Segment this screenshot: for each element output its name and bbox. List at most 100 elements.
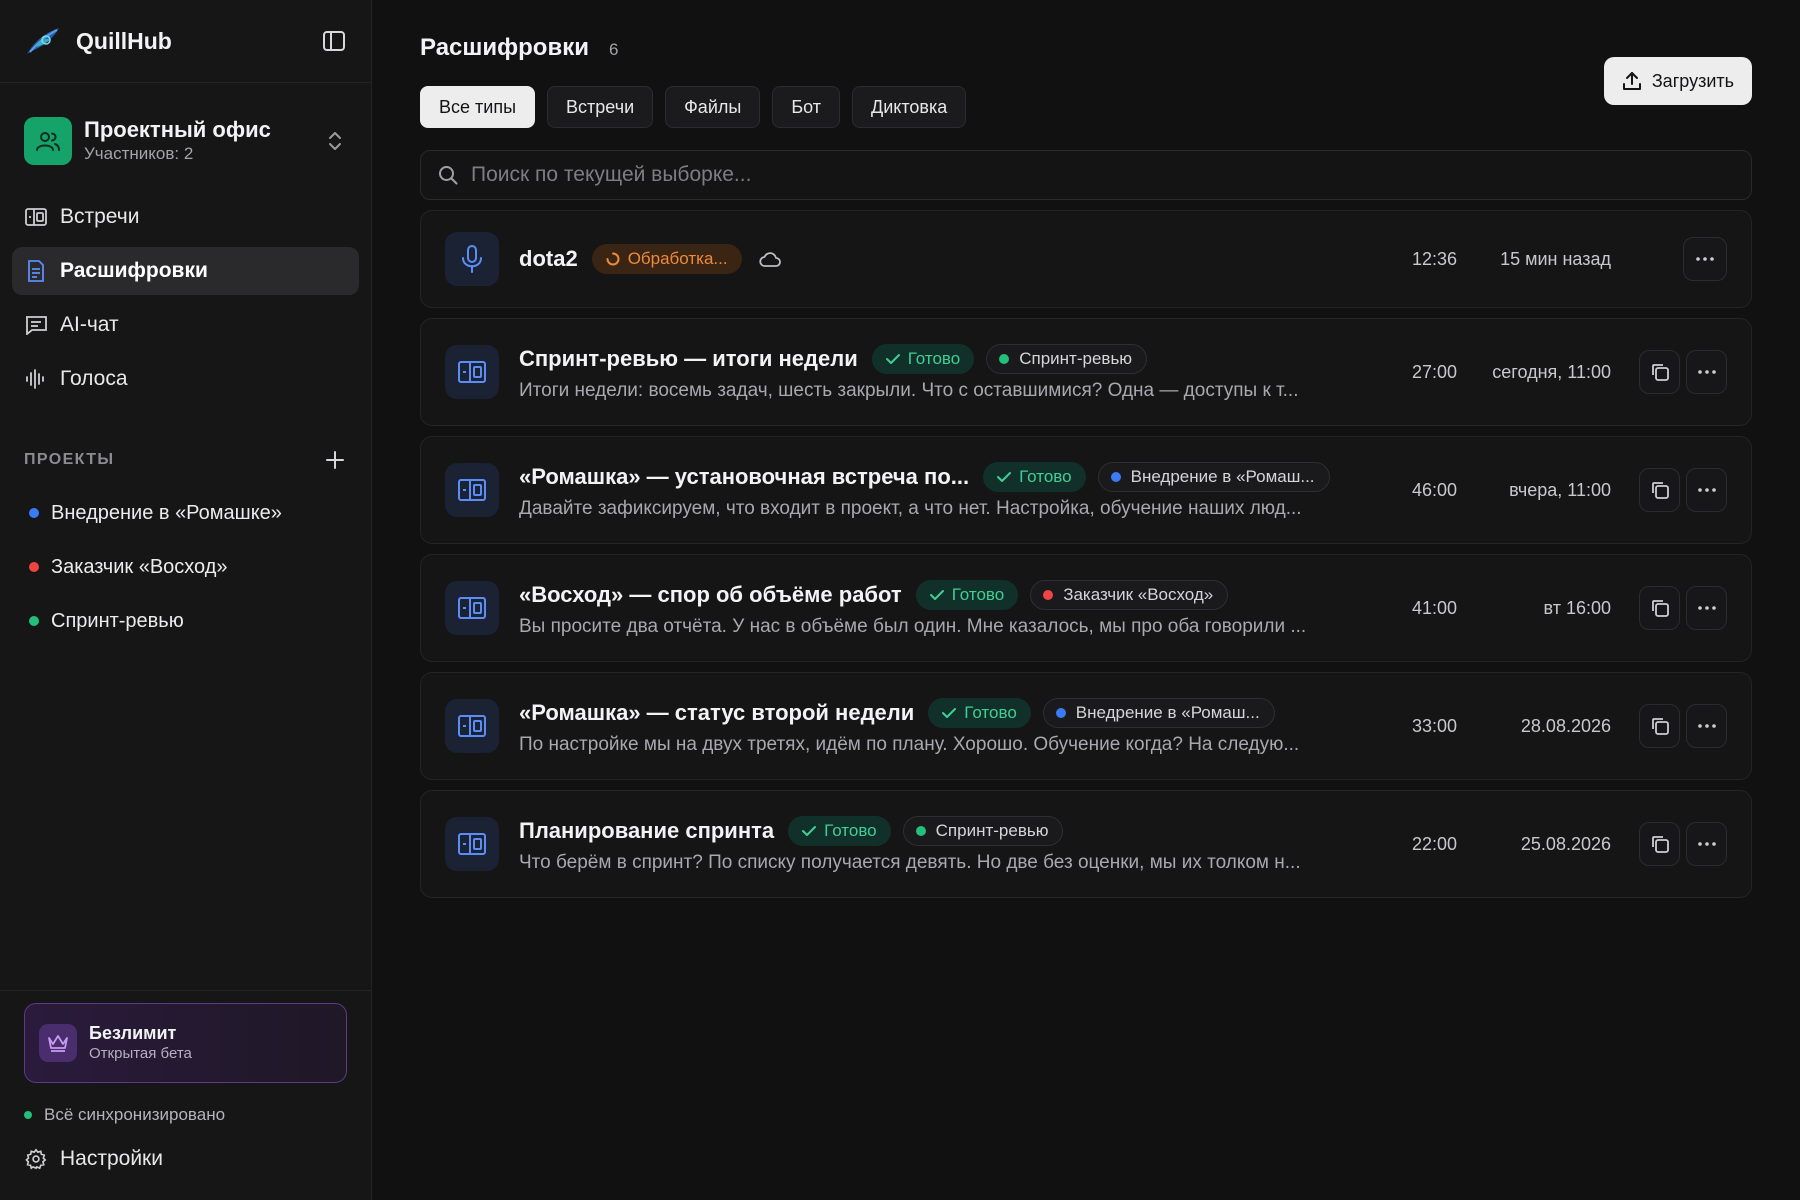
row-date: 28.08.2026: [1520, 715, 1611, 736]
nav-item-meetings[interactable]: Встречи: [12, 193, 359, 241]
settings-button[interactable]: Настройки: [24, 1147, 347, 1171]
transcript-row[interactable]: «Ромашка» — установочная встреча по... Г…: [420, 436, 1752, 544]
more-dots-icon: [1697, 842, 1716, 846]
transcript-preview: По настройке мы на двух третях, идём по …: [519, 734, 1300, 755]
filter-all-types[interactable]: Все типы: [420, 86, 536, 128]
upload-button[interactable]: Загрузить: [1603, 57, 1752, 105]
check-icon: [929, 588, 944, 602]
more-options-button[interactable]: [1686, 350, 1727, 394]
more-options-button[interactable]: [1686, 822, 1727, 866]
search-icon: [437, 164, 459, 186]
copy-button[interactable]: [1639, 704, 1680, 748]
project-badge: Внедрение в «Ромаш...: [1042, 698, 1275, 728]
row-actions: [1639, 468, 1727, 512]
plan-subtitle: Открытая бета: [89, 1045, 192, 1062]
more-options-button[interactable]: [1686, 586, 1727, 630]
projects-title: ПРОЕКТЫ: [24, 451, 115, 468]
project-color-dot: [1110, 472, 1121, 482]
transcript-row[interactable]: dota2 Обработка... 12:36 15 мин назад: [420, 210, 1752, 308]
sync-label: Всё синхронизировано: [44, 1105, 226, 1124]
project-badge-label: Спринт-ревью: [935, 821, 1049, 840]
project-badge-label: Спринт-ревью: [1019, 349, 1133, 368]
projects-header: ПРОЕКТЫ: [0, 445, 371, 475]
nav-item-transcripts[interactable]: Расшифровки: [12, 247, 359, 295]
transcript-preview: Что берём в спринт? По списку получается…: [519, 852, 1301, 873]
project-color-dot: [1055, 708, 1066, 718]
main-nav: Встречи Расшифровки AI-чат Голоса: [0, 193, 371, 409]
more-options-button[interactable]: [1686, 468, 1727, 512]
row-body: «Ромашка» — установочная встреча по... Г…: [519, 460, 1377, 520]
copy-button[interactable]: [1639, 822, 1680, 866]
filter-bot[interactable]: Бот: [772, 86, 840, 128]
chevron-up-down-icon: [323, 129, 347, 153]
more-dots-icon: [1697, 370, 1716, 374]
project-item-voskhod[interactable]: Заказчик «Восход»: [12, 543, 359, 591]
row-duration: 46:00: [1411, 479, 1457, 500]
status-badge: Готово: [788, 816, 891, 846]
search-bar: [420, 150, 1752, 200]
transcript-row[interactable]: Планирование спринта Готово Спринт-ревью: [420, 790, 1752, 898]
add-project-plus-icon[interactable]: [323, 448, 347, 472]
status-label: Готово: [964, 703, 1017, 722]
status-label: Готово: [1019, 467, 1072, 486]
project-label: Внедрение в «Ромашке»: [51, 501, 282, 524]
more-options-button[interactable]: [1686, 704, 1727, 748]
search-input[interactable]: [471, 163, 1735, 187]
project-badge: Внедрение в «Ромаш...: [1097, 462, 1330, 492]
cloud-icon: [758, 247, 782, 271]
status-label: Готово: [824, 821, 877, 840]
row-top: «Ромашка» — установочная встреча по... Г…: [519, 460, 1377, 494]
sidebar-toggle-icon[interactable]: [321, 28, 347, 54]
project-color-dot: [999, 354, 1010, 364]
brand-name: QuillHub: [76, 27, 172, 54]
row-body: «Восход» — спор об объёме работ Готово З…: [519, 578, 1377, 638]
filter-dictation[interactable]: Диктовка: [852, 86, 967, 128]
filter-files[interactable]: Файлы: [665, 86, 761, 128]
transcript-row[interactable]: «Ромашка» — статус второй недели Готово …: [420, 672, 1752, 780]
copy-button[interactable]: [1639, 586, 1680, 630]
more-dots-icon: [1696, 257, 1714, 261]
row-date: 25.08.2026: [1520, 833, 1611, 854]
project-badge: Спринт-ревью: [902, 816, 1064, 846]
more-dots-icon: [1697, 488, 1716, 492]
project-color-dot: [29, 616, 39, 626]
upload-icon: [1622, 71, 1642, 91]
status-badge: Готово: [983, 462, 1086, 492]
row-actions: [1639, 586, 1727, 630]
status-label: Обработка...: [627, 249, 728, 268]
filter-meetings[interactable]: Встречи: [547, 86, 654, 128]
copy-button[interactable]: [1639, 468, 1680, 512]
status-badge: Готово: [871, 344, 975, 374]
workspace-info: Проектный офис Участников: 2: [84, 117, 323, 165]
row-actions: [1639, 350, 1727, 394]
nav-item-voices[interactable]: Голоса: [12, 355, 359, 403]
sidebar: QuillHub Проектный офис Участников: 2 Вс…: [0, 0, 372, 1200]
waveform-icon: [24, 367, 48, 391]
row-top: Спринт-ревью — итоги недели Готово Сприн…: [519, 342, 1377, 376]
upload-label: Загрузить: [1651, 70, 1734, 91]
transcript-row[interactable]: Спринт-ревью — итоги недели Готово Сприн…: [420, 318, 1752, 426]
project-color-dot: [1043, 590, 1054, 600]
sidebar-footer: Безлимит Открытая бета Всё синхронизиров…: [0, 990, 371, 1200]
plan-card[interactable]: Безлимит Открытая бета: [24, 1003, 347, 1083]
project-badge: Заказчик «Восход»: [1030, 580, 1229, 610]
more-options-button[interactable]: [1683, 237, 1727, 281]
crown-icon: [39, 1024, 77, 1062]
check-icon: [885, 352, 900, 366]
row-top: «Восход» — спор об объёме работ Готово З…: [519, 578, 1377, 612]
copy-icon: [1651, 364, 1669, 381]
transcript-row[interactable]: «Восход» — спор об объёме работ Готово З…: [420, 554, 1752, 662]
project-item-romashka[interactable]: Внедрение в «Ромашке»: [12, 489, 359, 537]
transcript-preview: Итоги недели: восемь задач, шесть закрыл…: [519, 380, 1299, 401]
status-label: Готово: [907, 349, 961, 368]
row-actions: [1639, 822, 1727, 866]
nav-item-ai-chat[interactable]: AI-чат: [12, 301, 359, 349]
project-color-dot: [915, 826, 926, 836]
workspace-switcher[interactable]: Проектный офис Участников: 2: [12, 99, 359, 183]
project-item-sprint-review[interactable]: Спринт-ревью: [12, 597, 359, 645]
workspace-members: Участников: 2: [84, 144, 194, 163]
check-icon: [997, 470, 1012, 484]
app-window: QuillHub Проектный офис Участников: 2 Вс…: [0, 0, 1800, 1200]
copy-button[interactable]: [1639, 350, 1680, 394]
workspace-name: Проектный офис: [84, 117, 271, 142]
